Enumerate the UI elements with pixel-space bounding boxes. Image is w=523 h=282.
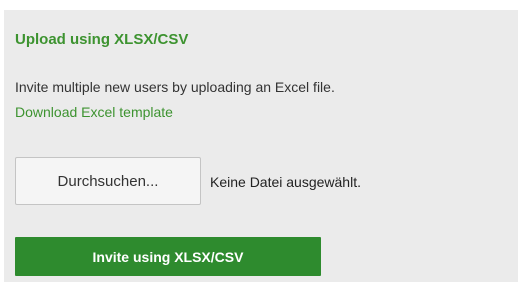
section-description: Invite multiple new users by uploading a…: [15, 79, 335, 95]
file-status-label: Keine Datei ausgewählt.: [210, 174, 361, 190]
download-template-link[interactable]: Download Excel template: [15, 104, 173, 120]
upload-panel: Upload using XLSX/CSV Invite multiple ne…: [4, 10, 518, 282]
invite-submit-button[interactable]: Invite using XLSX/CSV: [15, 237, 321, 276]
browse-file-button[interactable]: Durchsuchen...: [15, 157, 201, 205]
section-title: Upload using XLSX/CSV: [15, 31, 189, 48]
